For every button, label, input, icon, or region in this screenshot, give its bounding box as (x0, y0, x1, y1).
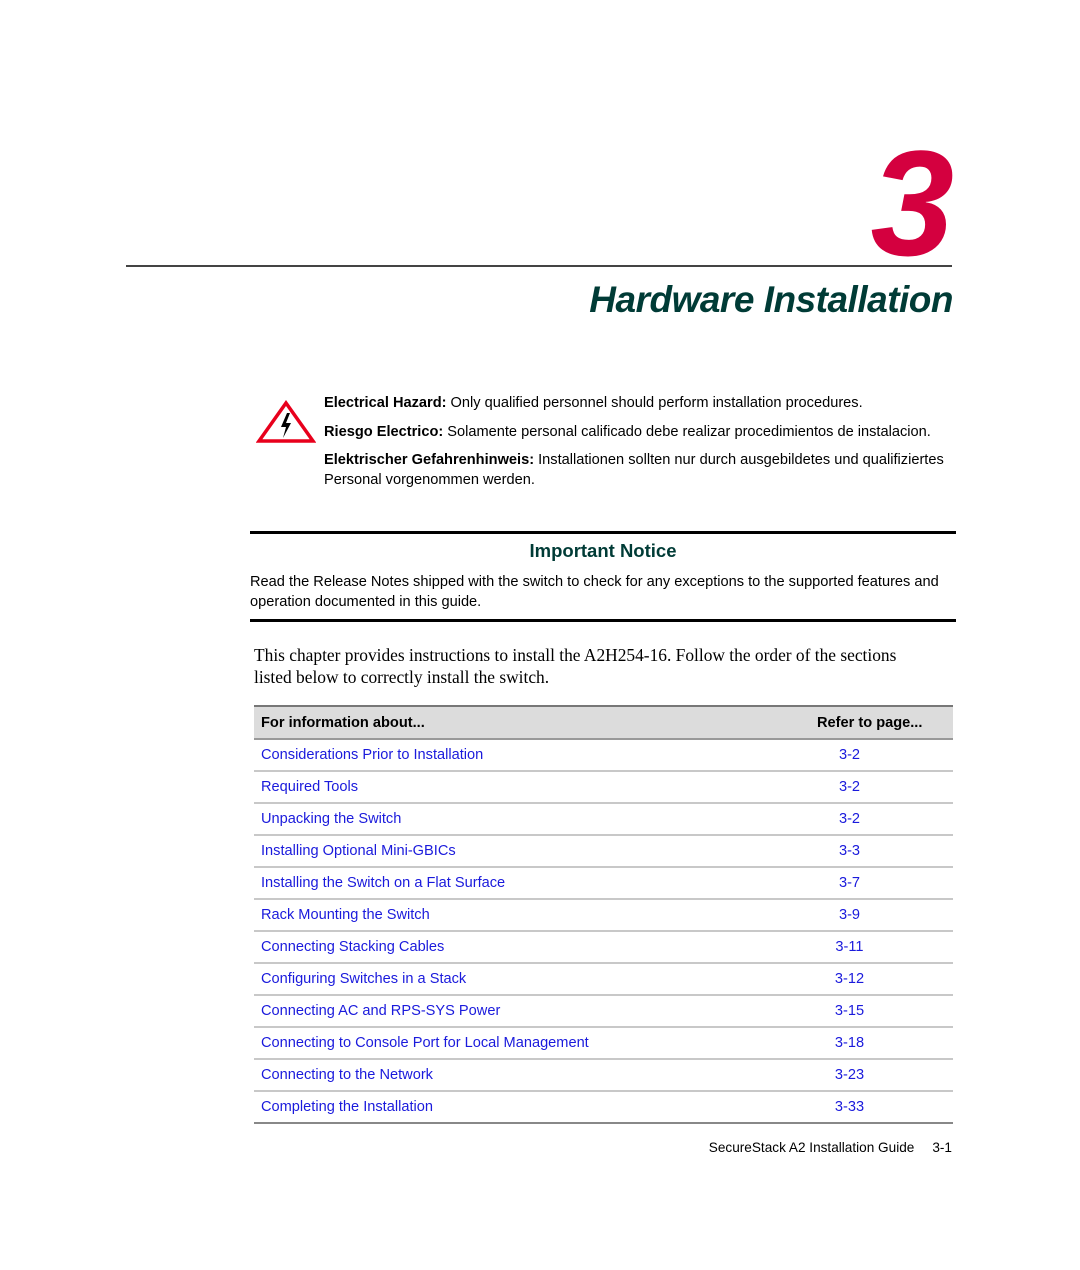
toc-topic-link[interactable]: Rack Mounting the Switch (254, 907, 817, 923)
toc-topic-link[interactable]: Configuring Switches in a Stack (254, 971, 817, 987)
toc-page-link[interactable]: 3-2 (817, 811, 882, 827)
toc-topic-link[interactable]: Unpacking the Switch (254, 811, 817, 827)
toc-row: Connecting to the Network 3-23 (254, 1060, 953, 1092)
toc-page-link[interactable]: 3-15 (817, 1003, 882, 1019)
toc-page-link[interactable]: 3-12 (817, 971, 882, 987)
toc-row: Installing Optional Mini-GBICs 3-3 (254, 836, 953, 868)
hazard-warning-de: Elektrischer Gefahrenhinweis: Installati… (324, 451, 944, 490)
toc-page-cell: 3-7 (817, 875, 953, 891)
electrical-hazard-icon (256, 400, 316, 443)
toc-page-cell: 3-15 (817, 1003, 953, 1019)
toc-topic-link[interactable]: Connecting to the Network (254, 1067, 817, 1083)
hazard-text: Solamente personal calificado debe reali… (443, 423, 931, 440)
page-footer: SecureStack A2 Installation Guide 3-1 (709, 1139, 952, 1157)
toc-page-cell: 3-33 (817, 1099, 953, 1115)
toc-table: For information about... Refer to page..… (254, 705, 953, 1124)
toc-page-link[interactable]: 3-7 (817, 875, 882, 891)
toc-row: Connecting to Console Port for Local Man… (254, 1028, 953, 1060)
toc-page-link[interactable]: 3-23 (817, 1067, 882, 1083)
toc-topic-link[interactable]: Considerations Prior to Installation (254, 747, 817, 763)
toc-page-cell: 3-18 (817, 1035, 953, 1051)
toc-topic-link[interactable]: Connecting AC and RPS-SYS Power (254, 1003, 817, 1019)
toc-topic-link[interactable]: Connecting to Console Port for Local Man… (254, 1035, 817, 1051)
hazard-text: Only qualified personnel should perform … (446, 395, 863, 411)
intro-paragraph: This chapter provides instructions to in… (254, 645, 897, 687)
footer-guide-title: SecureStack A2 Installation Guide (708, 1140, 915, 1155)
hazard-label: Electrical Hazard: (324, 395, 447, 411)
toc-row: Installing the Switch on a Flat Surface 3… (254, 868, 953, 900)
toc-page-link[interactable]: 3-9 (817, 907, 882, 923)
toc-page-link[interactable]: 3-3 (817, 843, 882, 859)
toc-row: Required Tools 3-2 (254, 772, 953, 804)
hazard-label: Riesgo Electrico: (324, 423, 444, 440)
toc-header-topic: For information about... (261, 714, 425, 731)
toc-page-link[interactable]: 3-11 (817, 939, 882, 955)
toc-topic-link[interactable]: Connecting Stacking Cables (254, 939, 817, 955)
toc-page-cell: 3-12 (817, 971, 953, 987)
hazard-label: Elektrischer Gefahrenhinweis: (324, 452, 535, 468)
notice-body: Read the Release Notes shipped with the … (250, 574, 939, 610)
hazard-warnings: Electrical Hazard: Only qualified person… (324, 394, 944, 499)
footer-page-number: 3-1 (932, 1140, 952, 1155)
toc-row: Configuring Switches in a Stack 3-12 (254, 964, 953, 996)
toc-rows: Considerations Prior to Installation 3-2 R… (254, 740, 953, 1124)
toc-page-cell: 3-11 (817, 939, 953, 955)
toc-topic-link[interactable]: Completing the Installation (254, 1099, 817, 1115)
hazard-warning-en: Electrical Hazard: Only qualified person… (324, 394, 944, 414)
chapter-rule (126, 265, 952, 267)
chapter-title: Hardware Installation (589, 279, 953, 320)
notice-top-rule (250, 531, 956, 534)
toc-row: Connecting Stacking Cables 3-11 (254, 932, 953, 964)
toc-page-cell: 3-2 (817, 779, 953, 795)
toc-row: Connecting AC and RPS-SYS Power 3-15 (254, 996, 953, 1028)
toc-topic-link[interactable]: Required Tools (254, 779, 817, 795)
toc-page-cell: 3-23 (817, 1067, 953, 1083)
toc-row: Unpacking the Switch 3-2 (254, 804, 953, 836)
toc-topic-link[interactable]: Installing Optional Mini-GBICs (254, 843, 817, 859)
chapter-number: 3 (870, 119, 954, 287)
toc-header-page: Refer to page... (817, 714, 923, 731)
toc-page-link[interactable]: 3-2 (817, 779, 882, 795)
toc-page-cell: 3-3 (817, 843, 953, 859)
notice-title: Important Notice (529, 540, 677, 561)
toc-page-cell: 3-2 (817, 747, 953, 763)
toc-page-link[interactable]: 3-18 (817, 1035, 882, 1051)
toc-page-link[interactable]: 3-33 (817, 1099, 882, 1115)
hazard-warning-es: Riesgo Electrico: Solamente personal cal… (324, 423, 944, 443)
toc-row: Completing the Installation 3-33 (254, 1092, 953, 1124)
toc-row: Rack Mounting the Switch 3-9 (254, 900, 953, 932)
toc-page-cell: 3-9 (817, 907, 953, 923)
notice-bottom-rule (250, 619, 956, 622)
toc-page-link[interactable]: 3-2 (817, 747, 882, 763)
toc-page-cell: 3-2 (817, 811, 953, 827)
toc-row: Considerations Prior to Installation 3-2 (254, 740, 953, 772)
toc-header: For information about... Refer to page..… (254, 705, 953, 740)
toc-topic-link[interactable]: Installing the Switch on a Flat Surface (254, 875, 817, 891)
